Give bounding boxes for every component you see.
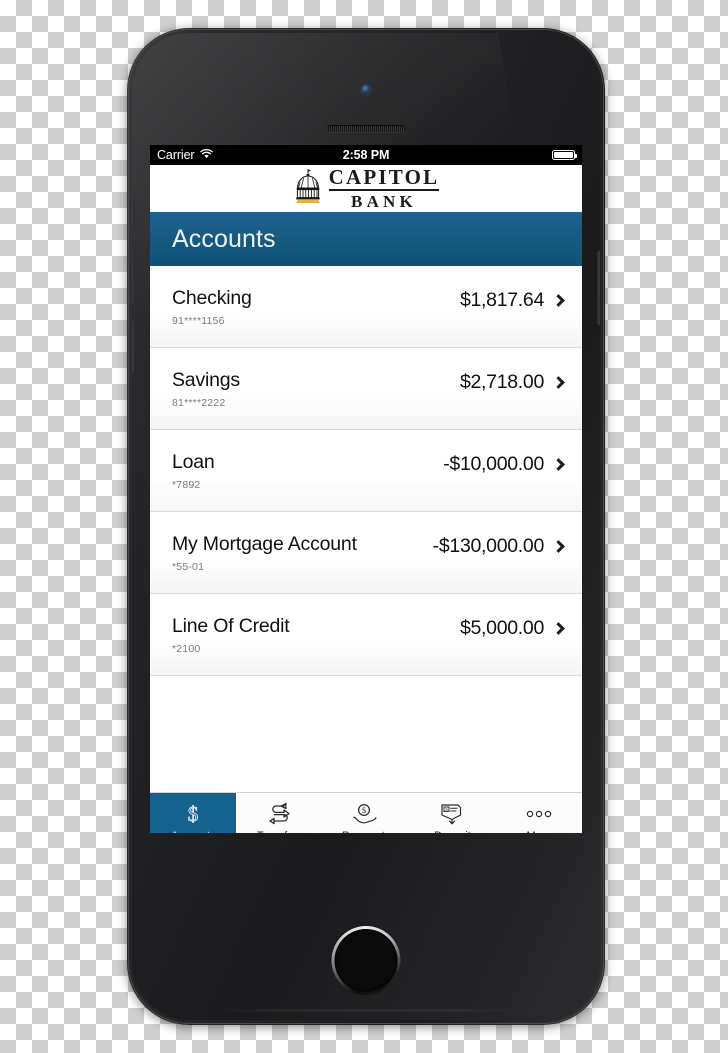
bottom-speaker-grille [216,1009,516,1012]
account-name: Line Of Credit [172,614,290,637]
account-number: *55-01 [172,560,205,573]
home-button-ring [334,929,398,992]
accounts-list: Checking 91****1156 $1,817.64 Savings 81… [150,266,582,676]
dollar-sign-icon: $ [183,801,203,827]
chevron-right-icon [552,457,565,471]
table-row[interactable]: Loan *7892 -$10,000.00 [150,430,582,512]
account-balance-group: $2,718.00 [460,371,566,407]
phone-screen: Carrier 2:58 PM CAPITOL BANK Accounts Ch… [150,145,582,833]
account-name: Savings [172,368,240,391]
account-number: *2100 [172,642,201,655]
brand-header: CAPITOL BANK [150,165,582,212]
capitol-bank-logo: CAPITOL BANK [293,167,440,210]
capitol-dome-icon [293,168,323,209]
carrier-label: Carrier [157,148,195,162]
page-title: Accounts [172,224,276,253]
tab-label: Deposit [434,830,471,833]
clock-label: 2:58 PM [342,148,390,162]
power-button[interactable] [597,251,600,325]
chevron-right-icon [552,621,565,635]
battery-fill [554,151,573,159]
account-balance: $5,000.00 [459,616,544,639]
account-number: 91****1156 [172,314,225,327]
proximity-sensor-icon [287,127,291,131]
ellipsis-icon [525,801,553,827]
chevron-right-icon [552,539,565,553]
phone-device: Carrier 2:58 PM CAPITOL BANK Accounts Ch… [127,28,605,1025]
table-row[interactable]: Savings 81****2222 $2,718.00 [150,348,582,430]
exchange-arrows-icon [268,801,292,827]
home-button[interactable] [334,929,398,992]
earpiece-speaker-icon [327,125,405,132]
account-info: Checking 91****1156 [172,287,460,327]
list-empty-area [150,676,582,792]
brand-line-bank: BANK [351,192,417,211]
chevron-right-icon [552,375,565,389]
account-info: Loan *7892 [172,451,443,491]
account-balance: $1,817.64 [459,288,544,311]
page-title-bar: Accounts [150,212,582,266]
front-camera-icon [361,85,371,94]
brand-wordmark: CAPITOL BANK [328,165,440,211]
account-info: Savings 81****2222 [172,369,460,409]
tab-more[interactable]: More [496,793,582,833]
account-number: 81****2222 [172,396,226,409]
tab-label: Payments [342,830,390,833]
brand-line-capitol: CAPITOL [328,165,440,191]
tab-accounts[interactable]: $ Accounts [150,793,237,833]
tab-label: Accounts [171,830,216,833]
account-name: Loan [172,450,215,473]
battery-icon [552,149,577,161]
svg-text:$: $ [362,806,366,815]
silent-switch[interactable] [132,201,135,229]
account-balance-group: $5,000.00 [460,617,566,653]
bottom-tab-bar: $ Accounts Transfers [150,792,582,833]
hand-coin-icon: $ [353,801,379,827]
account-name: My Mortgage Account [172,532,357,555]
account-balance: -$130,000.00 [432,534,545,557]
status-bar-right [552,149,577,161]
table-row[interactable]: Line Of Credit *2100 $5,000.00 [150,594,582,676]
tab-label: Transfers [257,830,302,833]
account-balance: $2,718.00 [459,370,544,393]
chevron-right-icon [552,293,565,307]
status-bar-left: Carrier [157,148,213,162]
volume-up-button[interactable] [132,251,135,303]
svg-text:$: $ [188,802,199,826]
account-balance-group: $1,817.64 [460,289,566,325]
check-deposit-icon: $ [439,801,465,827]
tab-transfers[interactable]: Transfers [236,793,322,833]
wifi-icon [199,148,213,162]
tab-label: More [526,830,551,833]
account-info: Line Of Credit *2100 [172,615,460,655]
account-name: Checking [172,286,252,309]
table-row[interactable]: Checking 91****1156 $1,817.64 [150,266,582,348]
status-bar: Carrier 2:58 PM [150,145,582,165]
tab-deposit[interactable]: $ Deposit [409,793,495,833]
account-number: *7892 [172,478,201,491]
phone-bezel: Carrier 2:58 PM CAPITOL BANK Accounts Ch… [132,33,600,1020]
account-balance-group: -$130,000.00 [433,535,566,571]
volume-down-button[interactable] [132,321,135,373]
tab-payments[interactable]: $ Payments [323,793,409,833]
table-row[interactable]: My Mortgage Account *55-01 -$130,000.00 [150,512,582,594]
account-balance-group: -$10,000.00 [443,453,566,489]
account-info: My Mortgage Account *55-01 [172,533,433,573]
account-balance: -$10,000.00 [443,452,544,475]
